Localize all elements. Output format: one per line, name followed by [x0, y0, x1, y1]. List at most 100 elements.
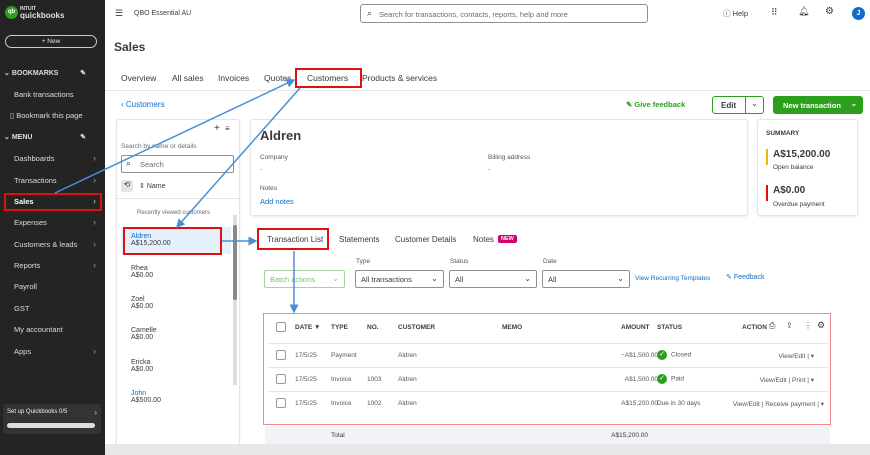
- sort-by-name[interactable]: ⇕ Name: [139, 182, 166, 190]
- sidebar-item-dashboards[interactable]: Dashboards ›: [14, 153, 100, 163]
- table-row[interactable]: 17/5/25 Invoice 1002 Aldren A$15,200.00 …: [268, 391, 828, 423]
- apps-grid-icon[interactable]: ⠿: [771, 7, 778, 18]
- sidebar-item-my-accountant[interactable]: My accountant: [14, 325, 100, 334]
- feedback-label: Feedback: [733, 274, 765, 281]
- header-date[interactable]: DATE ▼: [295, 324, 320, 331]
- list-options-icon[interactable]: ≡: [225, 124, 230, 133]
- export-icon[interactable]: ⇪: [786, 321, 793, 330]
- menu-toggle-icon[interactable]: ☰: [115, 8, 123, 19]
- pencil-icon[interactable]: ✎: [80, 133, 86, 141]
- setup-widget[interactable]: Set up Quickbooks 0/5 ›: [3, 404, 101, 434]
- give-feedback-button[interactable]: ✎ Give feedback: [626, 100, 685, 109]
- table-row[interactable]: 17/5/25 Invoice 1003 Aldren A$1,500.00 ✓…: [268, 367, 828, 391]
- global-search-input[interactable]: ⌕ Search for transactions, contacts, rep…: [360, 4, 648, 23]
- chevron-down-icon[interactable]: ▾: [811, 377, 814, 384]
- sidebar-item-gst[interactable]: GST: [14, 304, 100, 313]
- table-row[interactable]: 17/5/25 Payment Aldren −A$1,500.00 ✓ Clos…: [268, 343, 828, 367]
- sidebar-item-reports[interactable]: Reports ›: [14, 260, 100, 270]
- more-options-icon[interactable]: ⋮: [804, 321, 812, 330]
- date-select[interactable]: All ⌄: [542, 270, 630, 288]
- status-select[interactable]: All ⌄: [449, 270, 537, 288]
- chevron-down-icon[interactable]: ▾: [811, 353, 814, 360]
- select-all-checkbox[interactable]: [276, 322, 286, 332]
- tab-statements[interactable]: Statements: [339, 235, 379, 244]
- tab-overview[interactable]: Overview: [121, 73, 156, 83]
- sidebar-item-customers-leads[interactable]: Customers & leads ›: [14, 239, 100, 249]
- header-amount[interactable]: AMOUNT: [621, 324, 650, 331]
- add-customer-icon[interactable]: +: [214, 123, 220, 134]
- status-text: Closed: [671, 351, 692, 359]
- print-link[interactable]: Print: [792, 377, 805, 384]
- add-notes-link[interactable]: Add notes: [260, 197, 294, 206]
- sidebar: qb INTUIT quickbooks + New ⌄ BOOKMARKS ✎ …: [0, 0, 105, 455]
- pencil-icon[interactable]: ✎: [80, 69, 86, 77]
- new-transaction-button[interactable]: New transaction ⌄: [773, 96, 863, 114]
- customer-item-camelle[interactable]: Camelle A$0.00: [131, 327, 157, 341]
- customer-item-zoel[interactable]: Zoel A$0.00: [131, 296, 153, 310]
- row-checkbox[interactable]: [276, 374, 286, 384]
- billing-label: Billing address: [488, 154, 531, 161]
- header-type[interactable]: TYPE: [331, 324, 348, 331]
- history-icon[interactable]: ⟲: [121, 180, 133, 192]
- tab-customer-details[interactable]: Customer Details: [395, 235, 456, 244]
- batch-label: Batch actions: [270, 275, 316, 284]
- header-memo[interactable]: MEMO: [502, 324, 522, 331]
- quickbooks-logo[interactable]: qb: [5, 6, 18, 19]
- menu-header[interactable]: ⌄ MENU ✎: [4, 133, 90, 141]
- type-value: All transactions: [361, 275, 412, 284]
- type-select[interactable]: All transactions ⌄: [355, 270, 444, 288]
- header-customer[interactable]: CUSTOMER: [398, 324, 435, 331]
- tab-invoices[interactable]: Invoices: [218, 73, 249, 83]
- overdue-value: A$0.00: [773, 185, 806, 196]
- scrollbar[interactable]: [233, 215, 237, 385]
- view-edit-link[interactable]: View/Edit: [778, 353, 805, 360]
- tab-notes[interactable]: Notes: [473, 235, 494, 244]
- settings-gear-icon[interactable]: ⚙: [825, 6, 834, 17]
- label: GST: [14, 304, 30, 313]
- chevron-down-icon[interactable]: ▾: [821, 401, 824, 408]
- bookmark-page-link[interactable]: ▯ Bookmark this page: [10, 111, 96, 120]
- tab-all-sales[interactable]: All sales: [172, 73, 204, 83]
- customer-balance: A$500.00: [131, 397, 161, 404]
- chevron-right-icon: ›: [93, 217, 96, 227]
- chevron-right-icon: ›: [93, 346, 96, 356]
- receive-payment-link[interactable]: Receive payment: [765, 401, 815, 408]
- feedback-link[interactable]: ✎ Feedback: [726, 273, 765, 281]
- sidebar-item-transactions[interactable]: Transactions ›: [14, 175, 100, 185]
- view-edit-link[interactable]: View/Edit: [733, 401, 760, 408]
- customer-item-john[interactable]: John A$500.00: [131, 390, 161, 404]
- header-status[interactable]: STATUS: [657, 324, 682, 331]
- back-to-customers-link[interactable]: ‹ Customers: [121, 100, 165, 109]
- view-edit-link[interactable]: View/Edit: [760, 377, 787, 384]
- edit-dropdown-icon[interactable]: ⌄: [751, 99, 758, 108]
- customer-name: John: [131, 390, 147, 397]
- print-icon[interactable]: ⎙: [769, 321, 775, 331]
- search-label: Search by name or details: [121, 143, 197, 150]
- sidebar-item-expenses[interactable]: Expenses ›: [14, 217, 100, 227]
- page-title: Sales: [114, 40, 146, 54]
- row-checkbox[interactable]: [276, 350, 286, 360]
- bank-transactions-link[interactable]: Bank transactions: [14, 90, 100, 99]
- avatar[interactable]: J: [852, 7, 865, 20]
- row-checkbox[interactable]: [276, 398, 286, 408]
- edit-button[interactable]: Edit: [721, 101, 736, 110]
- cell-status: ✓ Paid: [657, 374, 684, 384]
- batch-actions-button[interactable]: Batch actions ⌄: [264, 270, 345, 288]
- new-button[interactable]: + New: [5, 35, 97, 48]
- help-button[interactable]: ⓘ Help: [723, 8, 748, 19]
- chevron-down-icon: ⌄: [524, 274, 531, 283]
- view-recurring-templates-link[interactable]: View Recurring Templates: [635, 275, 710, 282]
- bookmarks-label: BOOKMARKS: [11, 70, 59, 77]
- customer-item-ericka[interactable]: Ericka A$0.00: [131, 359, 153, 373]
- tab-quotes[interactable]: Quotes: [264, 73, 291, 83]
- header-no[interactable]: NO.: [367, 324, 379, 331]
- sidebar-item-apps[interactable]: Apps ›: [14, 346, 100, 356]
- bookmarks-header[interactable]: ⌄ BOOKMARKS ✎: [4, 69, 90, 77]
- setup-label: Set up Quickbooks 0/5: [7, 409, 68, 415]
- notifications-bell-icon[interactable]: 🔔︎: [798, 6, 809, 17]
- customer-item-rhea[interactable]: Rhea A$0.00: [131, 265, 153, 279]
- tab-products-services[interactable]: Products & services: [362, 73, 437, 83]
- settings-gear-icon[interactable]: ⚙: [817, 320, 825, 331]
- customer-search-input[interactable]: ⌕ Search: [121, 155, 234, 173]
- sidebar-item-payroll[interactable]: Payroll: [14, 282, 100, 291]
